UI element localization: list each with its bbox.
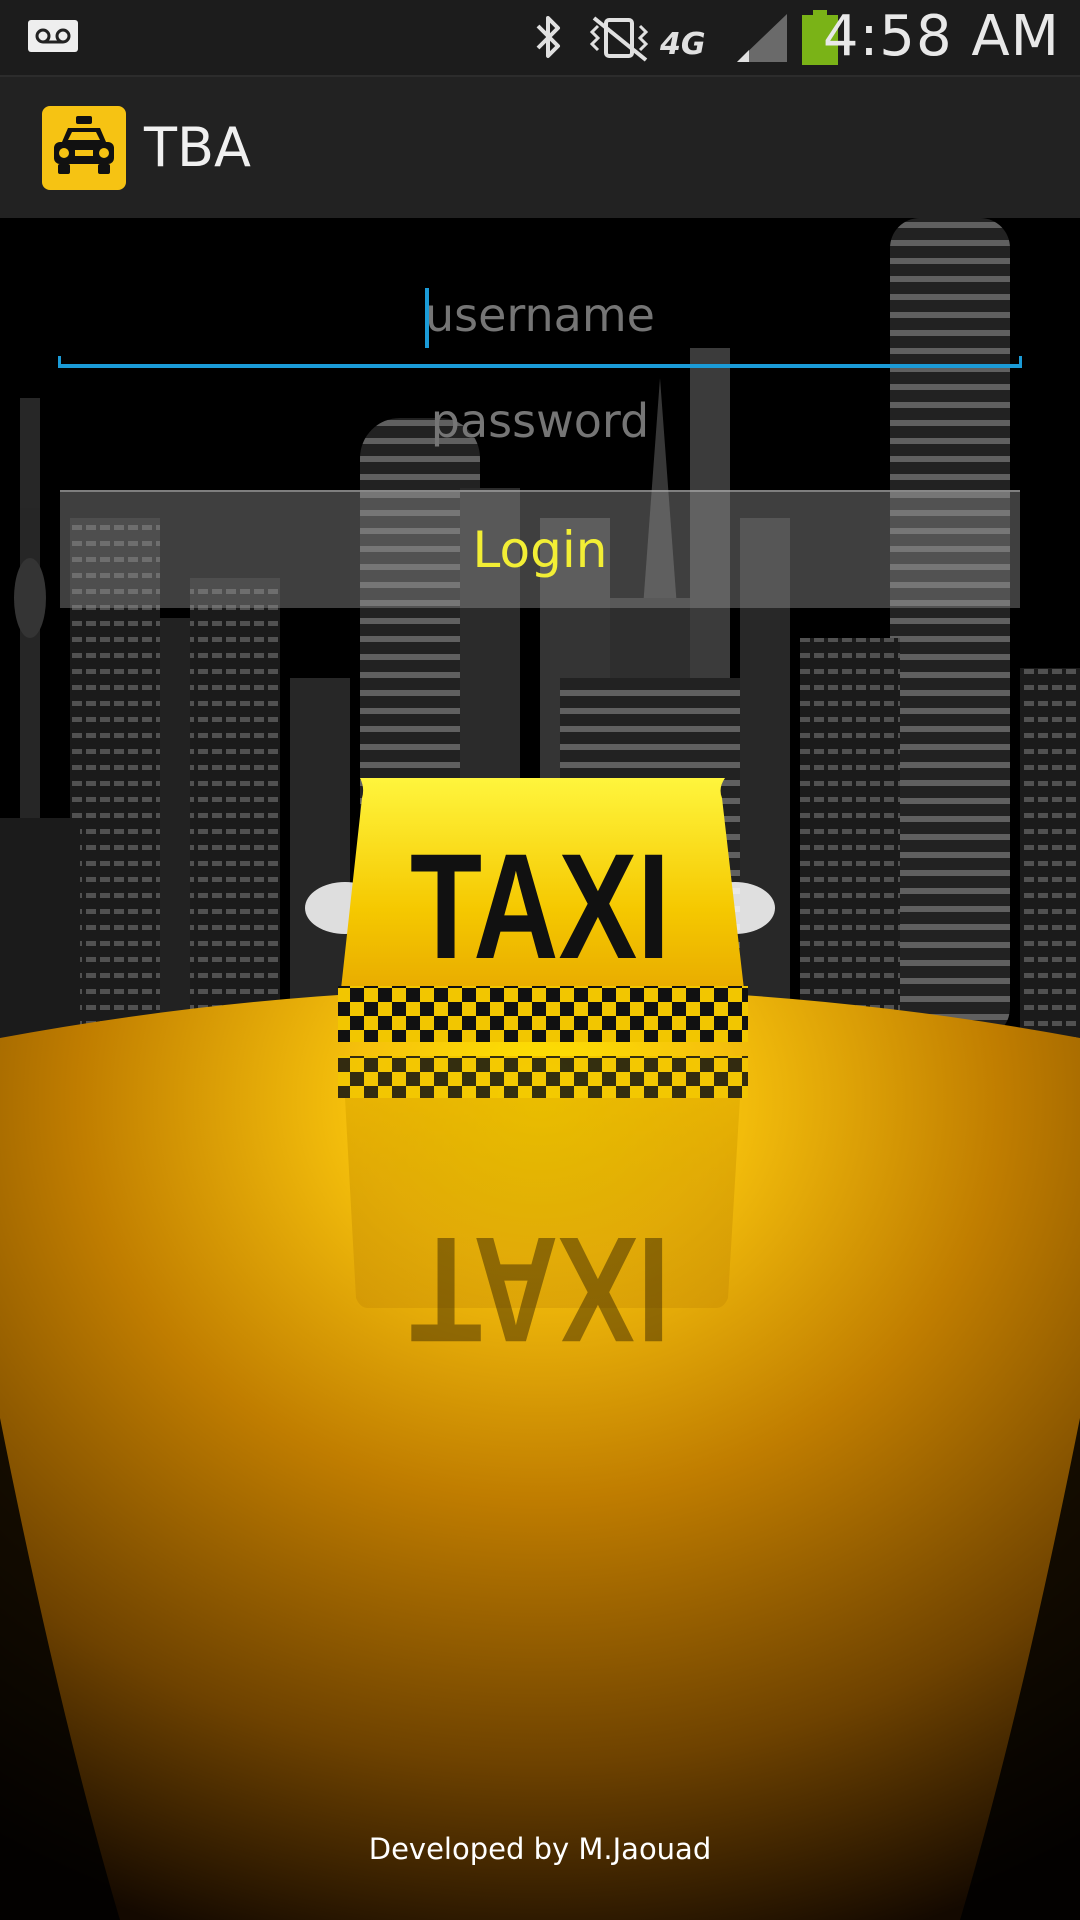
taxi-sign-text: TAXI [410,822,670,990]
clock: 4:58 AM [822,4,1060,69]
text-cursor [425,288,429,348]
voicemail-icon [28,20,78,52]
background-image: TAXI TAXI [0,218,1080,1920]
taxi-sign-reflection: TAXI [410,1206,670,1374]
network-4g-icon: 4G [659,22,716,66]
taxi-icon[interactable] [42,106,126,190]
login-screen: TAXI TAXI Login Developed by M.Jaouad [0,218,1080,1920]
signal-icon [735,12,789,68]
status-bar: 4G 4:58 AM [0,0,1080,75]
password-input[interactable] [60,376,1020,466]
svg-text:4G: 4G [660,27,706,62]
username-input[interactable] [60,270,1020,360]
bluetooth-icon [530,12,566,68]
app-title: TBA [144,116,251,179]
username-underline [58,356,1022,368]
login-button[interactable]: Login [60,490,1020,608]
vibrate-icon [588,12,652,68]
action-bar: TBA [0,75,1080,218]
developer-credit: Developed by M.Jaouad [368,1832,712,1866]
